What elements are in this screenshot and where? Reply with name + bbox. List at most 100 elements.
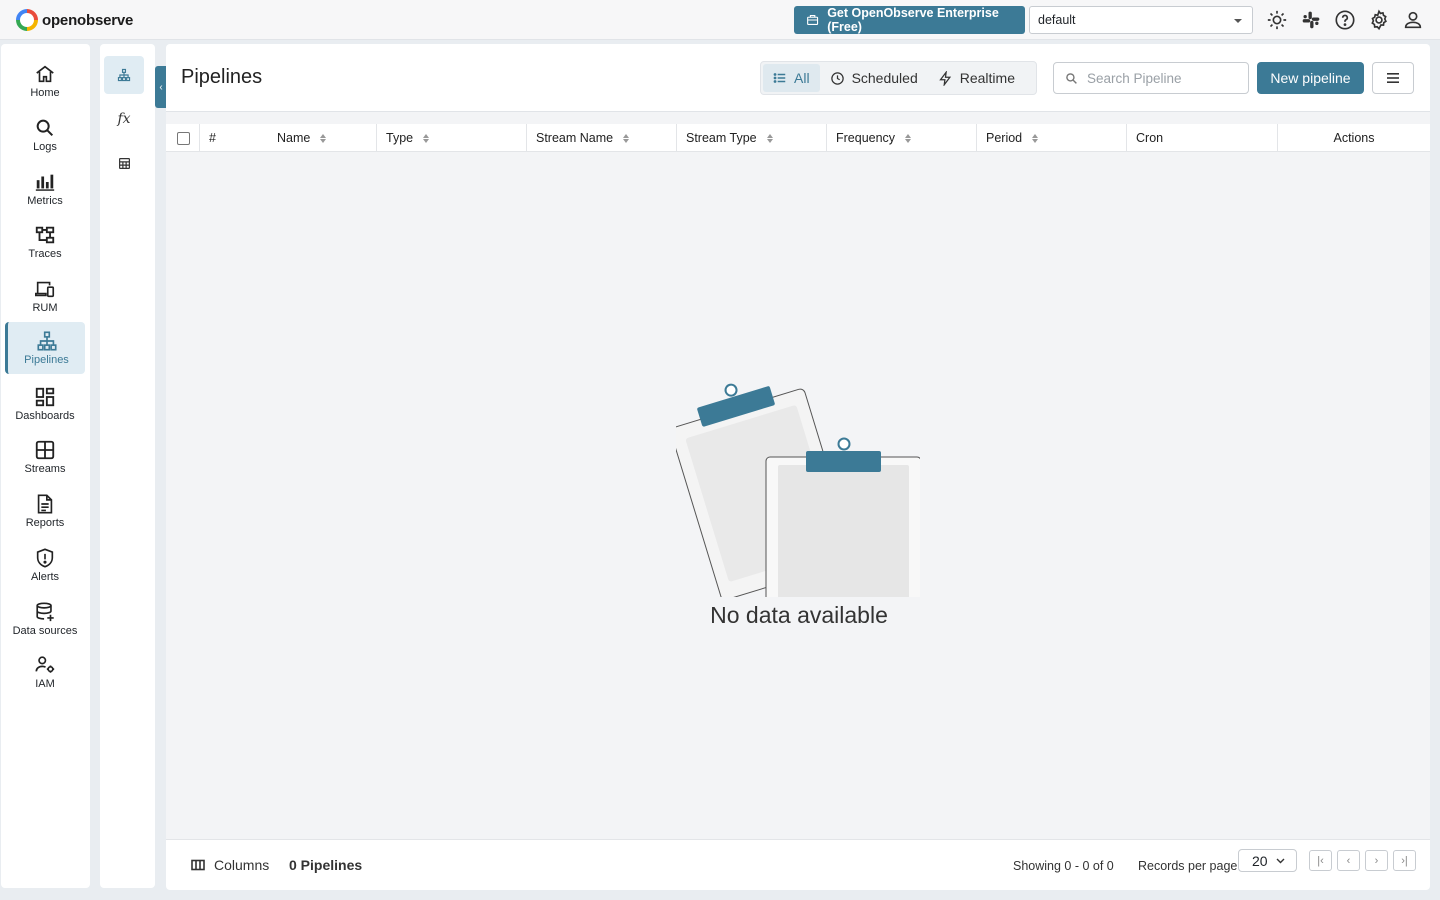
- nav-item-data-sources[interactable]: Data sources: [5, 593, 85, 645]
- list-icon: [773, 73, 786, 83]
- column-header-label: Name: [277, 131, 311, 145]
- pipeline-type-tabs: All Scheduled Realtime: [760, 61, 1037, 95]
- nav-item-label: Dashboards: [15, 410, 75, 422]
- slack-icon[interactable]: [1299, 8, 1323, 32]
- tab-label: Scheduled: [851, 70, 918, 86]
- empty-clipboard-illustration: [676, 383, 920, 597]
- nav-item-traces[interactable]: Traces: [5, 216, 85, 268]
- column-header-cron: Cron: [1127, 124, 1278, 152]
- nav-item-dashboards[interactable]: Dashboards: [5, 378, 85, 430]
- menu-button[interactable]: [1372, 62, 1414, 94]
- nav-item-pipelines[interactable]: Pipelines: [5, 322, 85, 374]
- next-page-button[interactable]: ›: [1365, 850, 1388, 871]
- theme-icon[interactable]: [1265, 8, 1289, 32]
- logo-icon: [16, 9, 38, 31]
- nav-item-label: Alerts: [30, 571, 60, 583]
- settings-icon[interactable]: [1367, 8, 1391, 32]
- nav-item-rum[interactable]: RUM: [5, 270, 85, 322]
- column-header-type[interactable]: Type: [377, 124, 527, 152]
- help-icon[interactable]: [1333, 8, 1357, 32]
- user-icon[interactable]: [1401, 8, 1425, 32]
- tab-realtime[interactable]: Realtime: [928, 64, 1025, 92]
- nav-item-iam[interactable]: IAM: [5, 646, 85, 698]
- sort-icon: [1032, 133, 1039, 143]
- pipeline-icon: [36, 331, 57, 351]
- nav-item-streams[interactable]: Streams: [5, 431, 85, 483]
- tab-label: All: [794, 70, 810, 86]
- column-header-label: Cron: [1136, 131, 1164, 145]
- report-icon: [37, 494, 53, 514]
- sort-icon: [320, 133, 327, 143]
- empty-state-text: No data available: [710, 602, 888, 628]
- column-header-frequency[interactable]: Frequency: [827, 124, 977, 152]
- prev-page-button[interactable]: ‹: [1337, 850, 1360, 871]
- nav-item-metrics[interactable]: Metrics: [5, 163, 85, 215]
- chevron-left-icon: ‹: [1346, 854, 1351, 867]
- table-header: # Name Type Stream Name Stream Type Freq…: [166, 124, 1430, 152]
- tab-all[interactable]: All: [763, 64, 820, 92]
- chevron-down-icon: [1276, 858, 1285, 863]
- column-header-period[interactable]: Period: [977, 124, 1127, 152]
- tab-scheduled[interactable]: Scheduled: [820, 64, 928, 92]
- left-nav: Home Logs Metrics Traces RUM Pipelines D…: [1, 44, 90, 888]
- streams-icon: [35, 440, 55, 460]
- nav-item-label: IAM: [35, 678, 55, 690]
- search-input[interactable]: Search Pipeline: [1053, 62, 1249, 94]
- main-panel: Pipelines All Scheduled Realtime Search …: [166, 44, 1430, 890]
- sub-item-tables[interactable]: [104, 144, 144, 182]
- nav-item-label: Streams: [24, 463, 66, 475]
- nav-item-label: Pipelines: [24, 354, 69, 366]
- alert-icon: [36, 548, 54, 568]
- sort-icon: [623, 133, 630, 143]
- enterprise-label: Get OpenObserve Enterprise (Free): [827, 6, 999, 34]
- column-header-label: Stream Name: [536, 131, 614, 145]
- app-logo[interactable]: openobserve: [16, 9, 133, 31]
- column-header-actions: Actions: [1278, 124, 1430, 152]
- nav-item-label: Data sources: [12, 625, 78, 637]
- columns-toggle-button[interactable]: Columns: [191, 857, 269, 873]
- column-header-label: Frequency: [836, 131, 896, 145]
- showing-range: Showing 0 - 0 of 0: [1013, 859, 1114, 873]
- records-per-page-select[interactable]: 20: [1238, 849, 1297, 872]
- nav-item-label: RUM: [32, 302, 58, 314]
- column-header-stream-type[interactable]: Stream Type: [677, 124, 827, 152]
- nav-item-reports[interactable]: Reports: [5, 485, 85, 537]
- brand-name: openobserve: [42, 11, 134, 29]
- column-header-label: Type: [386, 131, 414, 145]
- nav-item-label: Logs: [33, 141, 57, 153]
- iam-icon: [35, 656, 55, 673]
- columns-label: Columns: [214, 857, 270, 873]
- select-all-checkbox[interactable]: [177, 131, 190, 145]
- first-page-button[interactable]: |‹: [1309, 850, 1332, 871]
- nav-item-home[interactable]: Home: [5, 55, 85, 107]
- page-title: Pipelines: [181, 66, 263, 88]
- column-header-label: Period: [986, 131, 1023, 145]
- nav-item-alerts[interactable]: Alerts: [5, 539, 85, 591]
- column-header-stream-name[interactable]: Stream Name: [527, 124, 677, 152]
- search-icon: [1066, 72, 1077, 84]
- new-pipeline-button[interactable]: New pipeline: [1257, 62, 1364, 94]
- clock-icon: [830, 71, 844, 85]
- records-per-page-value: 20: [1252, 852, 1268, 869]
- last-page-icon: ›|: [1401, 854, 1408, 867]
- top-header: openobserve Get OpenObserve Enterprise (…: [0, 0, 1440, 40]
- column-header-index: #: [200, 124, 248, 152]
- first-page-icon: |‹: [1317, 854, 1324, 867]
- select-all-checkbox-cell: [166, 124, 200, 152]
- enterprise-button[interactable]: Get OpenObserve Enterprise (Free): [794, 6, 1025, 34]
- search-icon: [36, 119, 54, 137]
- database-icon: [36, 602, 54, 622]
- pipelines-table: # Name Type Stream Name Stream Type Freq…: [166, 111, 1430, 839]
- home-icon: [36, 65, 54, 83]
- records-per-page-label: Records per page: [1138, 859, 1238, 873]
- sub-item-pipelines[interactable]: [104, 56, 144, 94]
- last-page-button[interactable]: ›|: [1393, 850, 1416, 871]
- chevron-left-icon: ‹: [159, 81, 163, 93]
- sub-item-functions[interactable]: fx: [104, 100, 144, 138]
- org-select[interactable]: default: [1029, 6, 1253, 34]
- chevron-down-icon: [1234, 19, 1242, 23]
- search-placeholder: Search Pipeline: [1087, 70, 1182, 86]
- dashboard-icon: [35, 387, 55, 407]
- column-header-name[interactable]: Name: [248, 124, 377, 152]
- nav-item-logs[interactable]: Logs: [5, 109, 85, 161]
